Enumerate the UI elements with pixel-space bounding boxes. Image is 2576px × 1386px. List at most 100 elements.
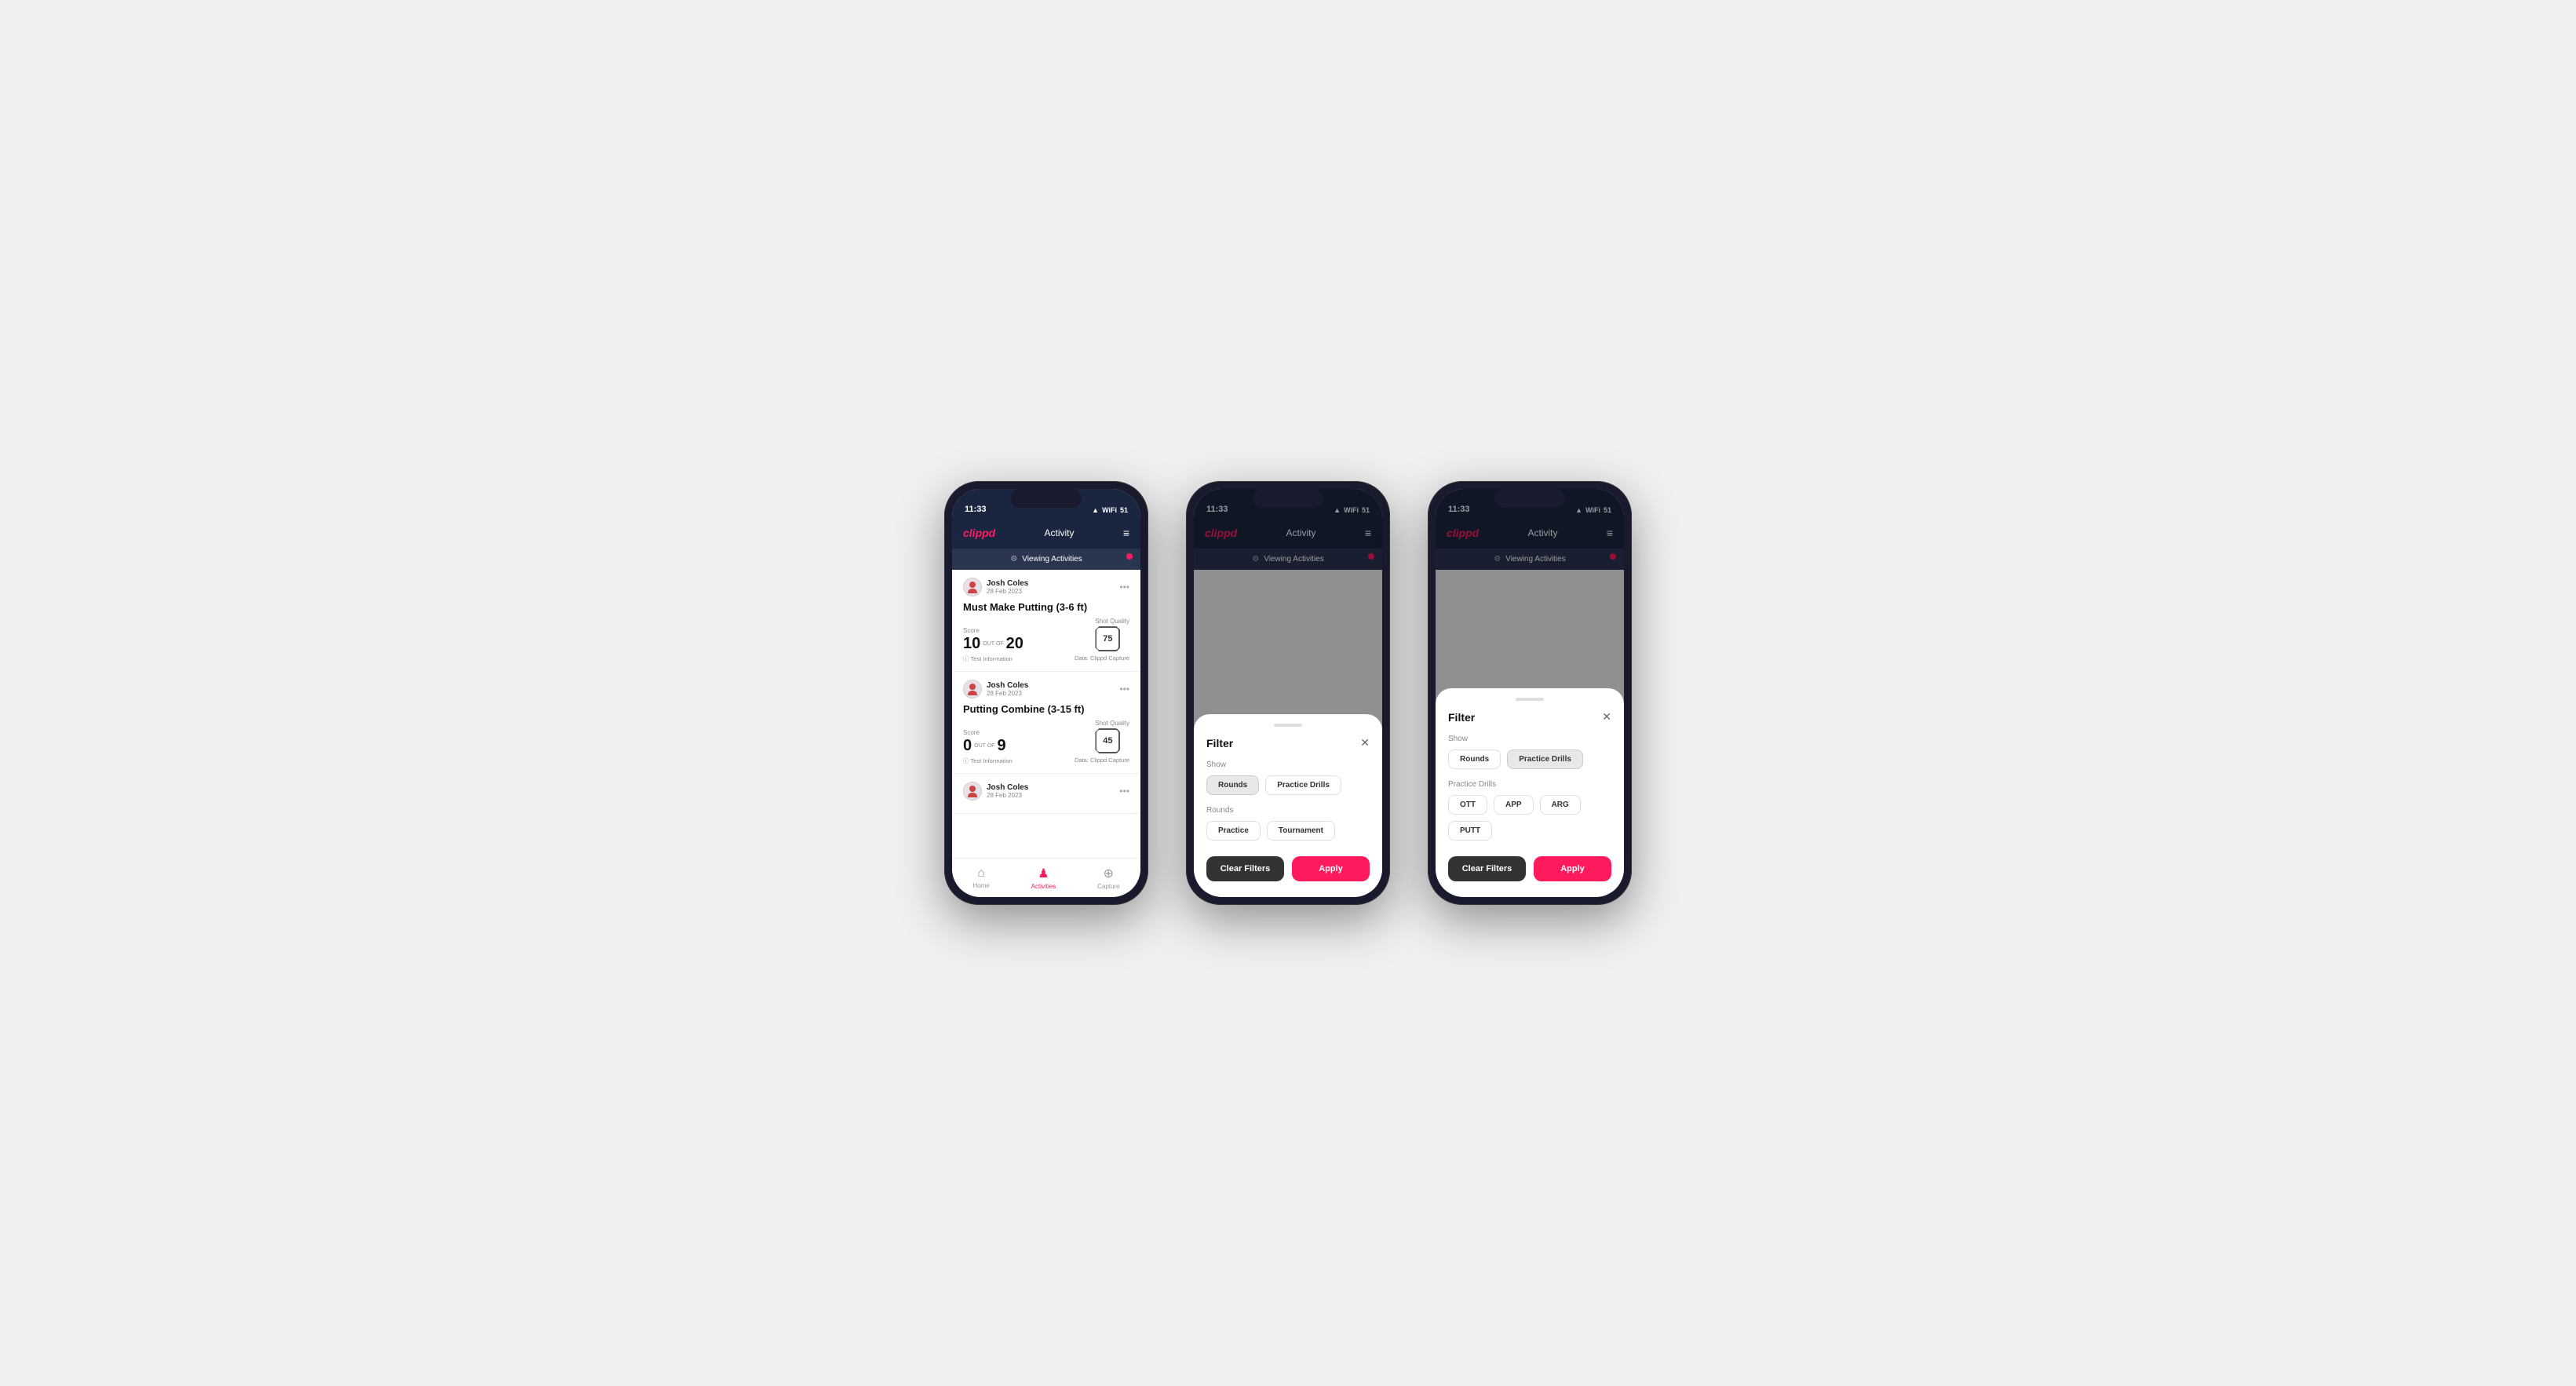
practice-drills-show-btn-3[interactable]: Practice Drills	[1507, 750, 1583, 769]
avatar-3	[963, 782, 982, 801]
app-drill-btn-3[interactable]: APP	[1494, 795, 1534, 815]
avatar-2	[963, 680, 982, 698]
rounds-show-btn-3[interactable]: Rounds	[1448, 750, 1501, 769]
phone-3: 11:33 ▲ WiFi 51 clippd Activity ≡ ⚙ View…	[1428, 481, 1632, 905]
activity-list-1: Josh Coles 28 Feb 2023 ••• Must Make Put…	[952, 570, 1140, 858]
phone-3-inner: 11:33 ▲ WiFi 51 clippd Activity ≡ ⚙ View…	[1436, 489, 1624, 897]
shots-value-2: 9	[997, 738, 1005, 753]
modal-footer-2: Clear Filters Apply	[1206, 856, 1370, 881]
data-text-1: Data: Clippd Capture	[1075, 655, 1129, 663]
user-info-1: Josh Coles 28 Feb 2023	[963, 578, 1028, 596]
shot-quality-2: 45	[1095, 728, 1120, 753]
activity-card-3: Josh Coles 28 Feb 2023 •••	[952, 774, 1140, 814]
clear-filters-btn-3[interactable]: Clear Filters	[1448, 856, 1526, 881]
data-text-2: Data: Clippd Capture	[1075, 757, 1129, 765]
phone-2-inner: 11:33 ▲ WiFi 51 clippd Activity ≡ ⚙ View…	[1194, 489, 1382, 897]
notch-3	[1494, 489, 1565, 508]
drills-section-label-3: Practice Drills	[1448, 780, 1611, 789]
bottom-nav-activities[interactable]: ♟ Activities	[1031, 866, 1056, 890]
notch-2	[1253, 489, 1323, 508]
modal-footer-3: Clear Filters Apply	[1448, 856, 1611, 881]
notification-dot-1	[1126, 553, 1133, 560]
rounds-show-btn-2[interactable]: Rounds	[1206, 775, 1259, 795]
home-icon: ⌂	[977, 866, 985, 881]
card-stats-1: Score 10 OUT OF 20 Shot Quality 75	[963, 618, 1129, 651]
activities-label: Activities	[1031, 883, 1056, 890]
practice-drills-show-btn-2[interactable]: Practice Drills	[1265, 775, 1341, 795]
drill-buttons-3: OTT APP ARG PUTT	[1448, 795, 1611, 841]
filter-title-2: Filter	[1206, 737, 1233, 750]
nav-bar-1: clippd Activity ≡	[952, 517, 1140, 549]
screens-container: 11:33 ▲ WiFi 51 clippd Activity ≡ ⚙ View…	[944, 481, 1632, 905]
score-value-2: 0	[963, 738, 972, 753]
capture-icon: ⊕	[1104, 866, 1114, 881]
modal-handle-2	[1274, 724, 1302, 727]
user-date-1: 28 Feb 2023	[987, 588, 1028, 595]
user-info-3: Josh Coles 28 Feb 2023	[963, 782, 1028, 801]
tournament-round-btn-2[interactable]: Tournament	[1267, 821, 1335, 841]
apply-btn-2[interactable]: Apply	[1292, 856, 1370, 881]
phone-1-inner: 11:33 ▲ WiFi 51 clippd Activity ≡ ⚙ View…	[952, 489, 1140, 897]
modal-header-2: Filter ✕	[1206, 736, 1370, 750]
info-text-1: ⓘ Test Information	[963, 655, 1013, 663]
user-name-1: Josh Coles	[987, 579, 1028, 588]
nav-title-1: Activity	[1045, 527, 1075, 538]
more-options-1[interactable]: •••	[1119, 582, 1129, 593]
arg-drill-btn-3[interactable]: ARG	[1540, 795, 1581, 815]
user-date-3: 28 Feb 2023	[987, 792, 1028, 799]
practice-round-btn-2[interactable]: Practice	[1206, 821, 1261, 841]
activity-card-1: Josh Coles 28 Feb 2023 ••• Must Make Put…	[952, 570, 1140, 672]
home-label: Home	[972, 882, 989, 889]
card-title-1: Must Make Putting (3-6 ft)	[963, 601, 1129, 613]
viewing-activities-text-1: Viewing Activities	[1022, 555, 1082, 564]
clear-filters-btn-2[interactable]: Clear Filters	[1206, 856, 1284, 881]
info-text-2: ⓘ Test Information	[963, 757, 1013, 765]
shot-quality-1: 75	[1095, 626, 1120, 651]
show-label-3: Show	[1448, 735, 1611, 743]
viewing-banner-1: ⚙ Viewing Activities	[952, 549, 1140, 570]
shots-value-1: 20	[1006, 636, 1023, 651]
filter-title-3: Filter	[1448, 711, 1475, 724]
card-footer-1: ⓘ Test Information Data: Clippd Capture	[963, 655, 1129, 663]
modal-handle-3	[1516, 698, 1544, 701]
card-header-3: Josh Coles 28 Feb 2023 •••	[963, 782, 1129, 801]
card-header-2: Josh Coles 28 Feb 2023 •••	[963, 680, 1129, 698]
filter-modal-2: Filter ✕ Show Rounds Practice Drills Rou…	[1194, 714, 1382, 897]
card-header-1: Josh Coles 28 Feb 2023 •••	[963, 578, 1129, 596]
menu-icon-1[interactable]: ≡	[1123, 527, 1129, 539]
card-footer-2: ⓘ Test Information Data: Clippd Capture	[963, 757, 1129, 765]
user-name-3: Josh Coles	[987, 783, 1028, 792]
ott-drill-btn-3[interactable]: OTT	[1448, 795, 1487, 815]
bottom-nav-1: ⌂ Home ♟ Activities ⊕ Capture	[952, 858, 1140, 897]
more-options-3[interactable]: •••	[1119, 786, 1129, 797]
show-buttons-2: Rounds Practice Drills	[1206, 775, 1370, 795]
apply-btn-3[interactable]: Apply	[1534, 856, 1611, 881]
round-buttons-2: Practice Tournament	[1206, 821, 1370, 841]
putt-drill-btn-3[interactable]: PUTT	[1448, 821, 1492, 841]
user-info-2: Josh Coles 28 Feb 2023	[963, 680, 1028, 698]
app-logo-1: clippd	[963, 527, 995, 539]
phone-2: 11:33 ▲ WiFi 51 clippd Activity ≡ ⚙ View…	[1186, 481, 1390, 905]
phone-1: 11:33 ▲ WiFi 51 clippd Activity ≡ ⚙ View…	[944, 481, 1148, 905]
notch	[1011, 489, 1082, 508]
activities-icon: ♟	[1038, 866, 1049, 881]
bottom-nav-home[interactable]: ⌂ Home	[972, 866, 989, 889]
score-value-1: 10	[963, 636, 980, 651]
bottom-nav-capture[interactable]: ⊕ Capture	[1097, 866, 1119, 890]
modal-header-3: Filter ✕	[1448, 710, 1611, 724]
activity-card-2: Josh Coles 28 Feb 2023 ••• Putting Combi…	[952, 672, 1140, 774]
avatar-1	[963, 578, 982, 596]
status-icons-1: ▲ WiFi 51	[1092, 506, 1128, 514]
card-title-2: Putting Combine (3-15 ft)	[963, 703, 1129, 715]
modal-close-2[interactable]: ✕	[1360, 736, 1370, 750]
more-options-2[interactable]: •••	[1119, 684, 1129, 695]
show-label-2: Show	[1206, 760, 1370, 769]
rounds-section-label-2: Rounds	[1206, 806, 1370, 815]
user-date-2: 28 Feb 2023	[987, 690, 1028, 697]
card-stats-2: Score 0 OUT OF 9 Shot Quality 45	[963, 720, 1129, 753]
capture-label: Capture	[1097, 883, 1119, 890]
status-time-1: 11:33	[965, 505, 987, 514]
modal-close-3[interactable]: ✕	[1602, 710, 1611, 724]
filter-modal-3: Filter ✕ Show Rounds Practice Drills Pra…	[1436, 688, 1624, 897]
show-buttons-3: Rounds Practice Drills	[1448, 750, 1611, 769]
